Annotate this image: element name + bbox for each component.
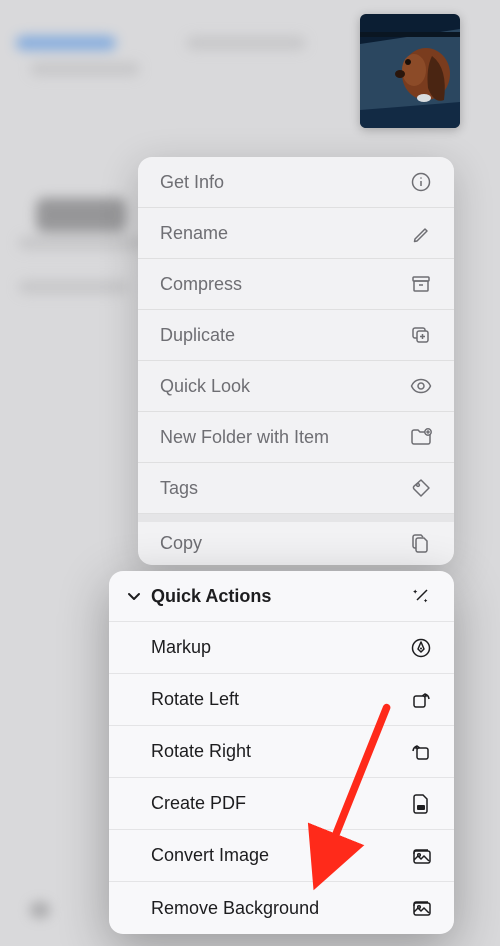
menu-item-compress[interactable]: Compress	[138, 259, 454, 310]
submenu-item-label: Markup	[151, 637, 211, 658]
menu-item-label: Get Info	[160, 172, 224, 193]
submenu-item-label: Create PDF	[151, 793, 246, 814]
quick-action-convert-image[interactable]: Convert Image	[109, 830, 454, 882]
menu-item-copy[interactable]: Copy	[138, 514, 454, 565]
photo-stack-icon	[410, 897, 432, 919]
menu-item-label: Rename	[160, 223, 228, 244]
menu-item-duplicate[interactable]: Duplicate	[138, 310, 454, 361]
menu-item-label: Tags	[160, 478, 198, 499]
menu-item-quick-look[interactable]: Quick Look	[138, 361, 454, 412]
quick-actions-header[interactable]: Quick Actions	[109, 571, 454, 622]
quick-action-rotate-right[interactable]: Rotate Right	[109, 726, 454, 778]
menu-item-get-info[interactable]: Get Info	[138, 157, 454, 208]
menu-item-label: Quick Look	[160, 376, 250, 397]
submenu-item-label: Rotate Left	[151, 689, 239, 710]
rotate-left-icon	[410, 689, 432, 711]
quick-action-rotate-left[interactable]: Rotate Left	[109, 674, 454, 726]
plus-on-square-icon	[410, 324, 432, 346]
sparkle-wand-icon	[410, 585, 432, 607]
submenu-item-label: Convert Image	[151, 845, 269, 866]
menu-item-label: Copy	[160, 533, 202, 554]
folder-plus-icon	[410, 426, 432, 448]
context-menu: Get Info Rename Compress Duplicate Quick…	[138, 157, 454, 565]
quick-action-create-pdf[interactable]: Create PDF	[109, 778, 454, 830]
doc-pdf-icon	[410, 793, 432, 815]
submenu-item-label: Rotate Right	[151, 741, 251, 762]
menu-item-label: Duplicate	[160, 325, 235, 346]
quick-actions-title: Quick Actions	[151, 586, 271, 607]
chevron-down-icon	[123, 591, 145, 601]
archivebox-icon	[410, 273, 432, 295]
menu-item-rename[interactable]: Rename	[138, 208, 454, 259]
pencil-icon	[410, 222, 432, 244]
photo-stack-icon	[410, 845, 432, 867]
eye-icon	[410, 375, 432, 397]
menu-item-tags[interactable]: Tags	[138, 463, 454, 514]
quick-action-markup[interactable]: Markup	[109, 622, 454, 674]
quick-actions-panel: Quick Actions Markup Rotate Left Rotate …	[109, 571, 454, 934]
doc-on-doc-icon	[410, 533, 432, 555]
menu-item-label: Compress	[160, 274, 242, 295]
file-thumbnail[interactable]	[360, 14, 460, 128]
menu-item-new-folder[interactable]: New Folder with Item	[138, 412, 454, 463]
rotate-right-icon	[410, 741, 432, 763]
menu-item-label: New Folder with Item	[160, 427, 329, 448]
quick-action-remove-background[interactable]: Remove Background	[109, 882, 454, 934]
tag-icon	[410, 477, 432, 499]
pen-tip-icon	[410, 637, 432, 659]
info-circle-icon	[410, 171, 432, 193]
submenu-item-label: Remove Background	[151, 898, 319, 919]
